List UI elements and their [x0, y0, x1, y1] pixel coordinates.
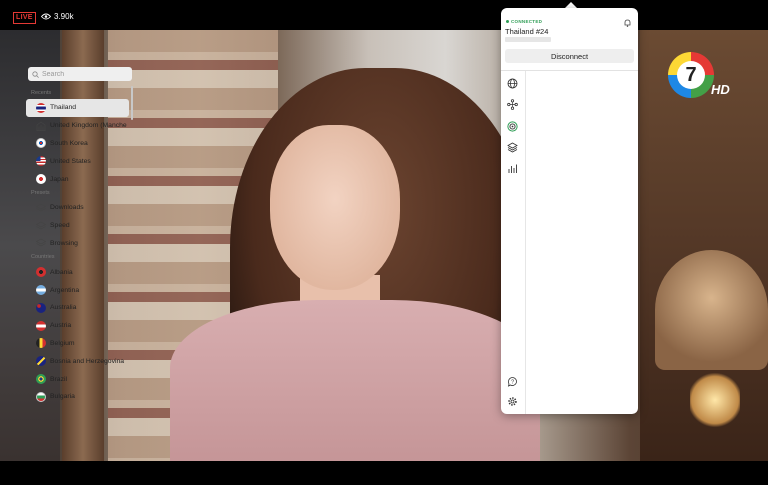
list-item-label: Belgium: [50, 339, 75, 347]
south-korea-flag-icon: [36, 138, 46, 149]
network-icon[interactable]: [507, 99, 518, 110]
disconnect-button[interactable]: Disconnect: [505, 49, 634, 63]
layers-icon: [36, 203, 46, 213]
list-item-label: Brazil: [50, 375, 67, 383]
stats-icon[interactable]: [507, 163, 518, 174]
list-item-label: Austria: [50, 322, 72, 330]
hd-badge: HD: [711, 82, 730, 97]
argentina-flag-icon: [36, 285, 46, 296]
eye-icon: [41, 13, 51, 20]
list-item-thailand[interactable]: Thailand: [26, 99, 129, 117]
section-presets: Presets: [31, 189, 50, 196]
search-input[interactable]: [28, 67, 132, 81]
list-item-south-korea[interactable]: South Korea: [26, 135, 129, 153]
list-item-browsing[interactable]: Browsing: [26, 235, 129, 253]
albania-flag-icon: [36, 267, 46, 278]
person-shirt: [170, 300, 540, 461]
svg-text:?: ?: [511, 380, 514, 386]
japan-flag-icon: [36, 174, 46, 185]
list-item-argentina[interactable]: Argentina: [26, 281, 129, 299]
vpn-panel: CONNECTED Thailand #24 Disconnect ?: [501, 8, 638, 414]
list-item-bosnia[interactable]: Bosnia and Herzegovina: [26, 352, 129, 370]
list-item-austria[interactable]: Austria: [26, 317, 129, 335]
section-countries: Countries: [31, 254, 55, 261]
layers-icon: [36, 238, 46, 248]
stream-bottom-bar: [0, 461, 768, 485]
background-candle: [690, 370, 740, 430]
list-item-label: South Korea: [50, 139, 88, 147]
target-icon[interactable]: [507, 121, 518, 132]
list-item-united-states[interactable]: United States: [26, 152, 129, 170]
help-icon[interactable]: ?: [507, 376, 518, 387]
server-name: Thailand #24: [505, 27, 549, 36]
list-item-label: Bosnia and Herzegovina: [50, 357, 125, 365]
background-lamp: [655, 250, 768, 370]
search-icon: [32, 71, 39, 78]
channel-logo: 7: [668, 52, 714, 98]
list-item-albania[interactable]: Albania: [26, 263, 129, 281]
list-item-bulgaria[interactable]: Bulgaria: [26, 388, 129, 406]
stream-top-bar: LIVE 3.90k: [0, 0, 768, 30]
building-icon: [36, 121, 46, 131]
list-scrollbar[interactable]: [131, 86, 133, 120]
viewer-count-value: 3.90k: [54, 12, 74, 21]
connection-status: CONNECTED: [506, 19, 542, 24]
panel-sidebar: ?: [501, 71, 526, 414]
bulgaria-flag-icon: [36, 391, 46, 402]
ip-address-redacted: [505, 37, 551, 42]
list-item-label: United States: [50, 157, 91, 165]
list-item-label: Argentina: [50, 286, 80, 294]
list-item-label: Australia: [50, 304, 77, 312]
connection-status-text: CONNECTED: [511, 19, 543, 24]
list-item-label: Speed: [50, 222, 70, 230]
viewer-count: 3.90k: [41, 12, 74, 21]
brazil-flag-icon: [36, 374, 46, 385]
australia-flag-icon: [36, 302, 46, 313]
list-item-label: Downloads: [50, 204, 84, 212]
list-item-label: United Kingdom (Manche: [50, 122, 127, 130]
layers-icon[interactable]: [507, 142, 518, 153]
united-states-flag-icon: [36, 156, 46, 167]
section-recents: Recents: [31, 90, 52, 96]
list-item-brazil[interactable]: Brazil: [26, 370, 129, 388]
location-list[interactable]: Recents Thailand United Kingdom (Manche …: [26, 88, 130, 406]
list-item-label: Albania: [50, 268, 73, 276]
list-item-belgium[interactable]: Belgium: [26, 335, 129, 353]
gear-icon[interactable]: [507, 396, 518, 407]
list-item-downloads[interactable]: Downloads: [26, 199, 129, 217]
bosnia-flag-icon: [36, 356, 46, 367]
list-item-label: Bulgaria: [50, 393, 75, 401]
list-item-australia[interactable]: Australia: [26, 299, 129, 317]
list-item-united-kingdom[interactable]: United Kingdom (Manche: [26, 117, 129, 135]
status-dot: [506, 20, 509, 24]
channel-number: 7: [677, 61, 705, 89]
austria-flag-icon: [36, 320, 46, 331]
list-item-label: Thailand: [50, 104, 77, 112]
globe-icon[interactable]: [507, 78, 518, 89]
list-item-japan[interactable]: Japan: [26, 170, 129, 188]
person-face: [270, 125, 400, 290]
thailand-flag-icon: [36, 102, 46, 113]
bell-icon[interactable]: [624, 19, 631, 27]
list-item-label: Browsing: [50, 239, 78, 247]
belgium-flag-icon: [36, 338, 46, 349]
list-item-speed[interactable]: Speed: [26, 217, 129, 235]
list-item-label: Japan: [50, 175, 69, 183]
live-badge: LIVE: [13, 12, 36, 24]
layers-icon: [36, 221, 46, 231]
